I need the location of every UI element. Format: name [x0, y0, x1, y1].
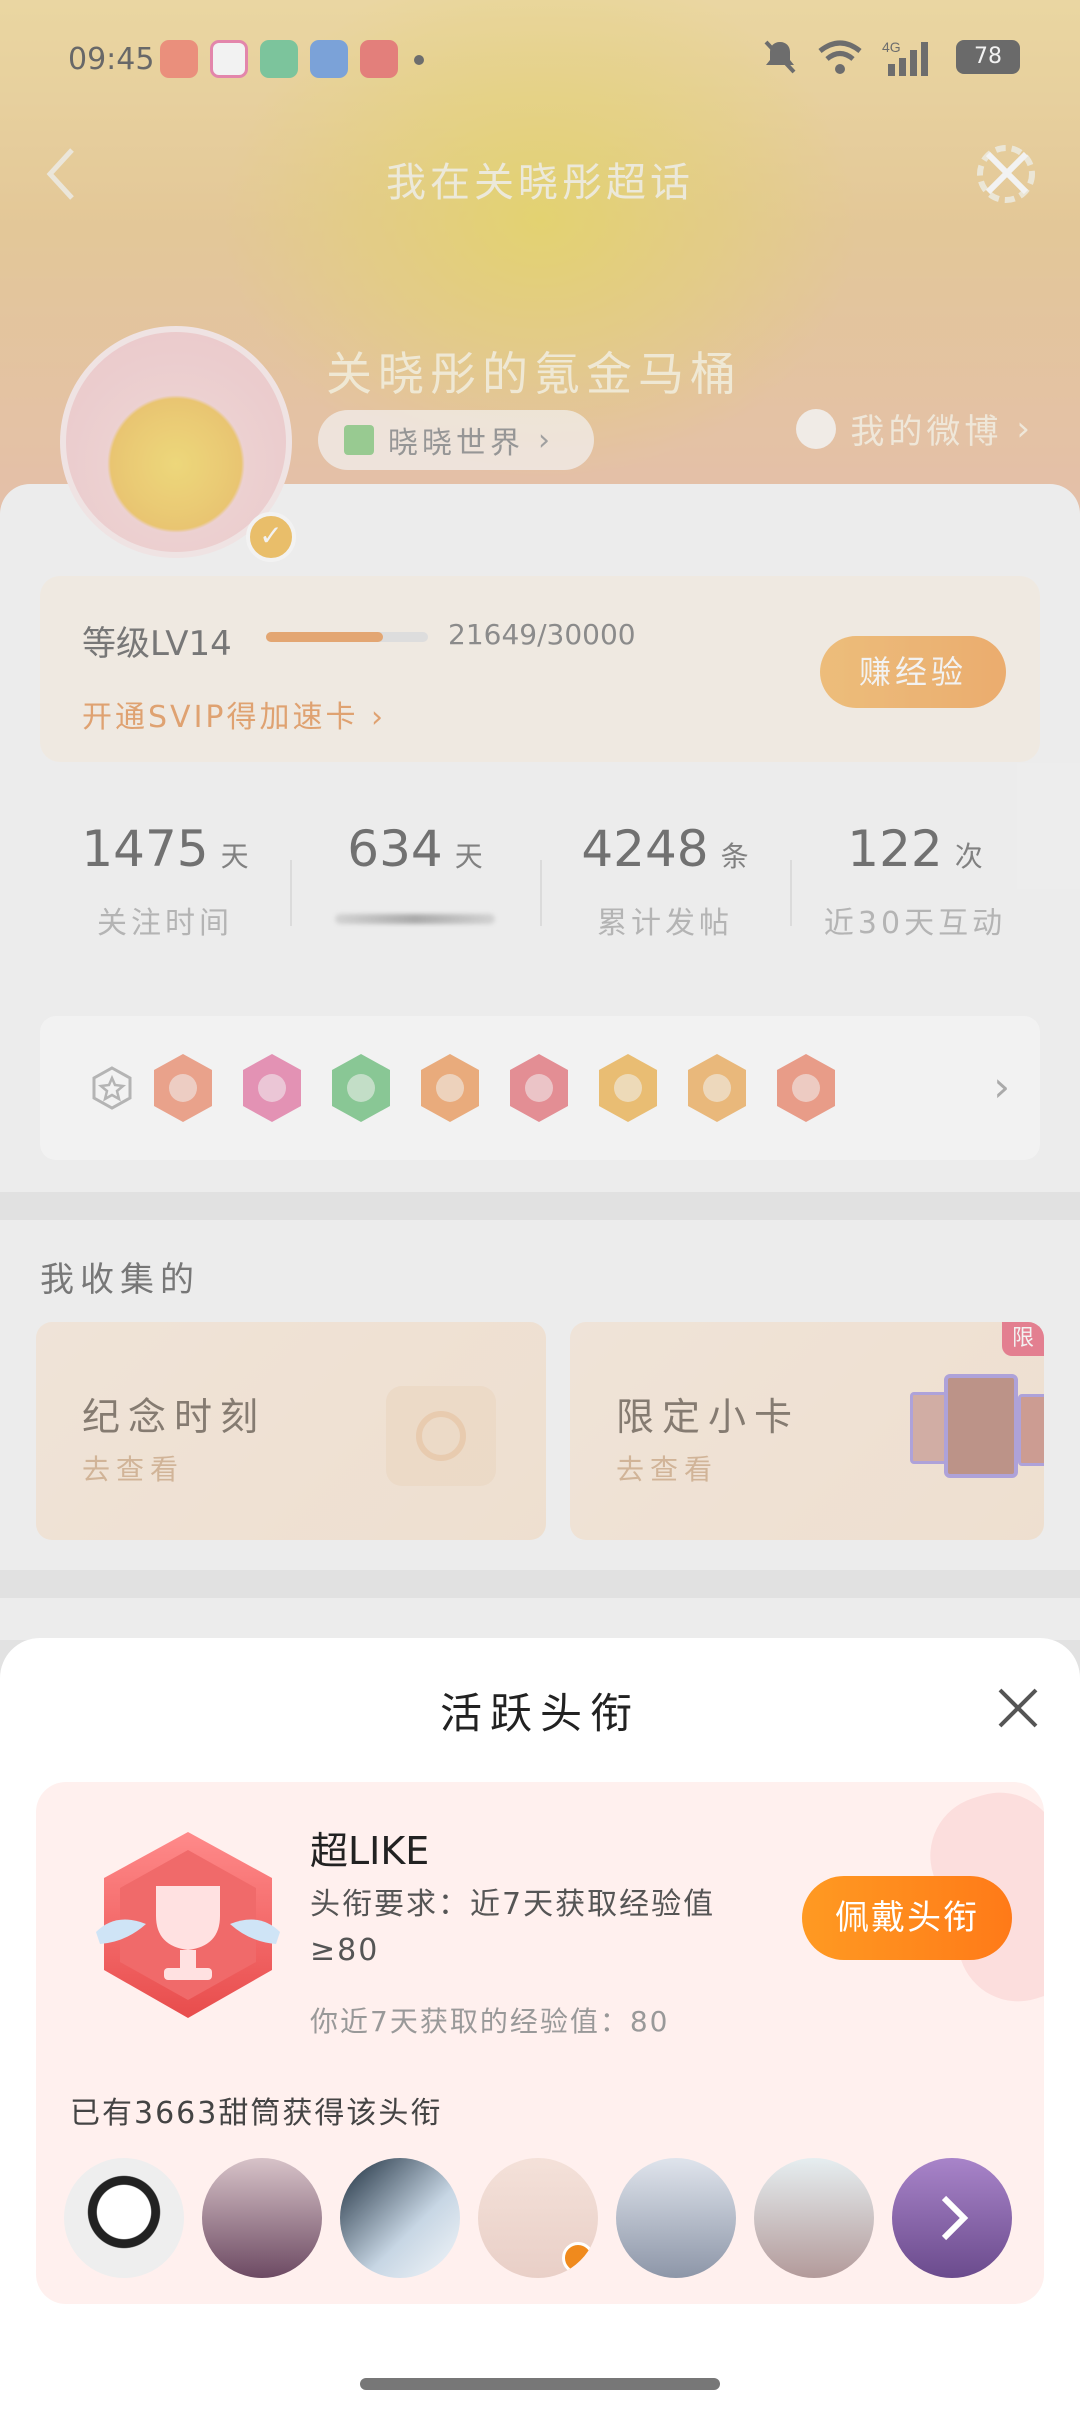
wear-title-button[interactable]: 佩戴头衔: [802, 1876, 1012, 1960]
my-exp-text: 你近7天获取的经验值：80: [310, 2005, 670, 2038]
close-icon[interactable]: [996, 1686, 1040, 1730]
trophy-badge-icon: [96, 1832, 280, 2018]
more-holders-button[interactable]: [892, 2158, 1012, 2278]
home-indicator: [360, 2378, 720, 2390]
sheet-title: 活跃头衔: [439, 1689, 640, 1738]
avatar[interactable]: [754, 2158, 874, 2278]
holder-avatar-list: [64, 2158, 1012, 2278]
title-name: 超LIKE: [310, 1829, 430, 1873]
title-requirement: 头衔要求：近7天获取经验值≥80: [310, 1887, 716, 1968]
avatar[interactable]: [202, 2158, 322, 2278]
modal-overlay-tint: [0, 0, 1080, 1640]
avatar[interactable]: [340, 2158, 460, 2278]
title-card: 超LIKE 头衔要求：近7天获取经验值≥80 你近7天获取的经验值：80 佩戴头…: [36, 1782, 1044, 2304]
avatar[interactable]: [64, 2158, 184, 2278]
chevron-right-icon: [941, 2195, 969, 2241]
avatar[interactable]: [478, 2158, 598, 2278]
holders-count-text: 已有3663甜筒获得该头衔: [70, 2096, 443, 2131]
avatar[interactable]: [616, 2158, 736, 2278]
active-title-sheet: 活跃头衔 超LIKE 头衔要求：近7天获取经验值≥80 你近7天获取的经验值：8…: [0, 1638, 1080, 2412]
verified-badge-icon: [562, 2242, 594, 2274]
